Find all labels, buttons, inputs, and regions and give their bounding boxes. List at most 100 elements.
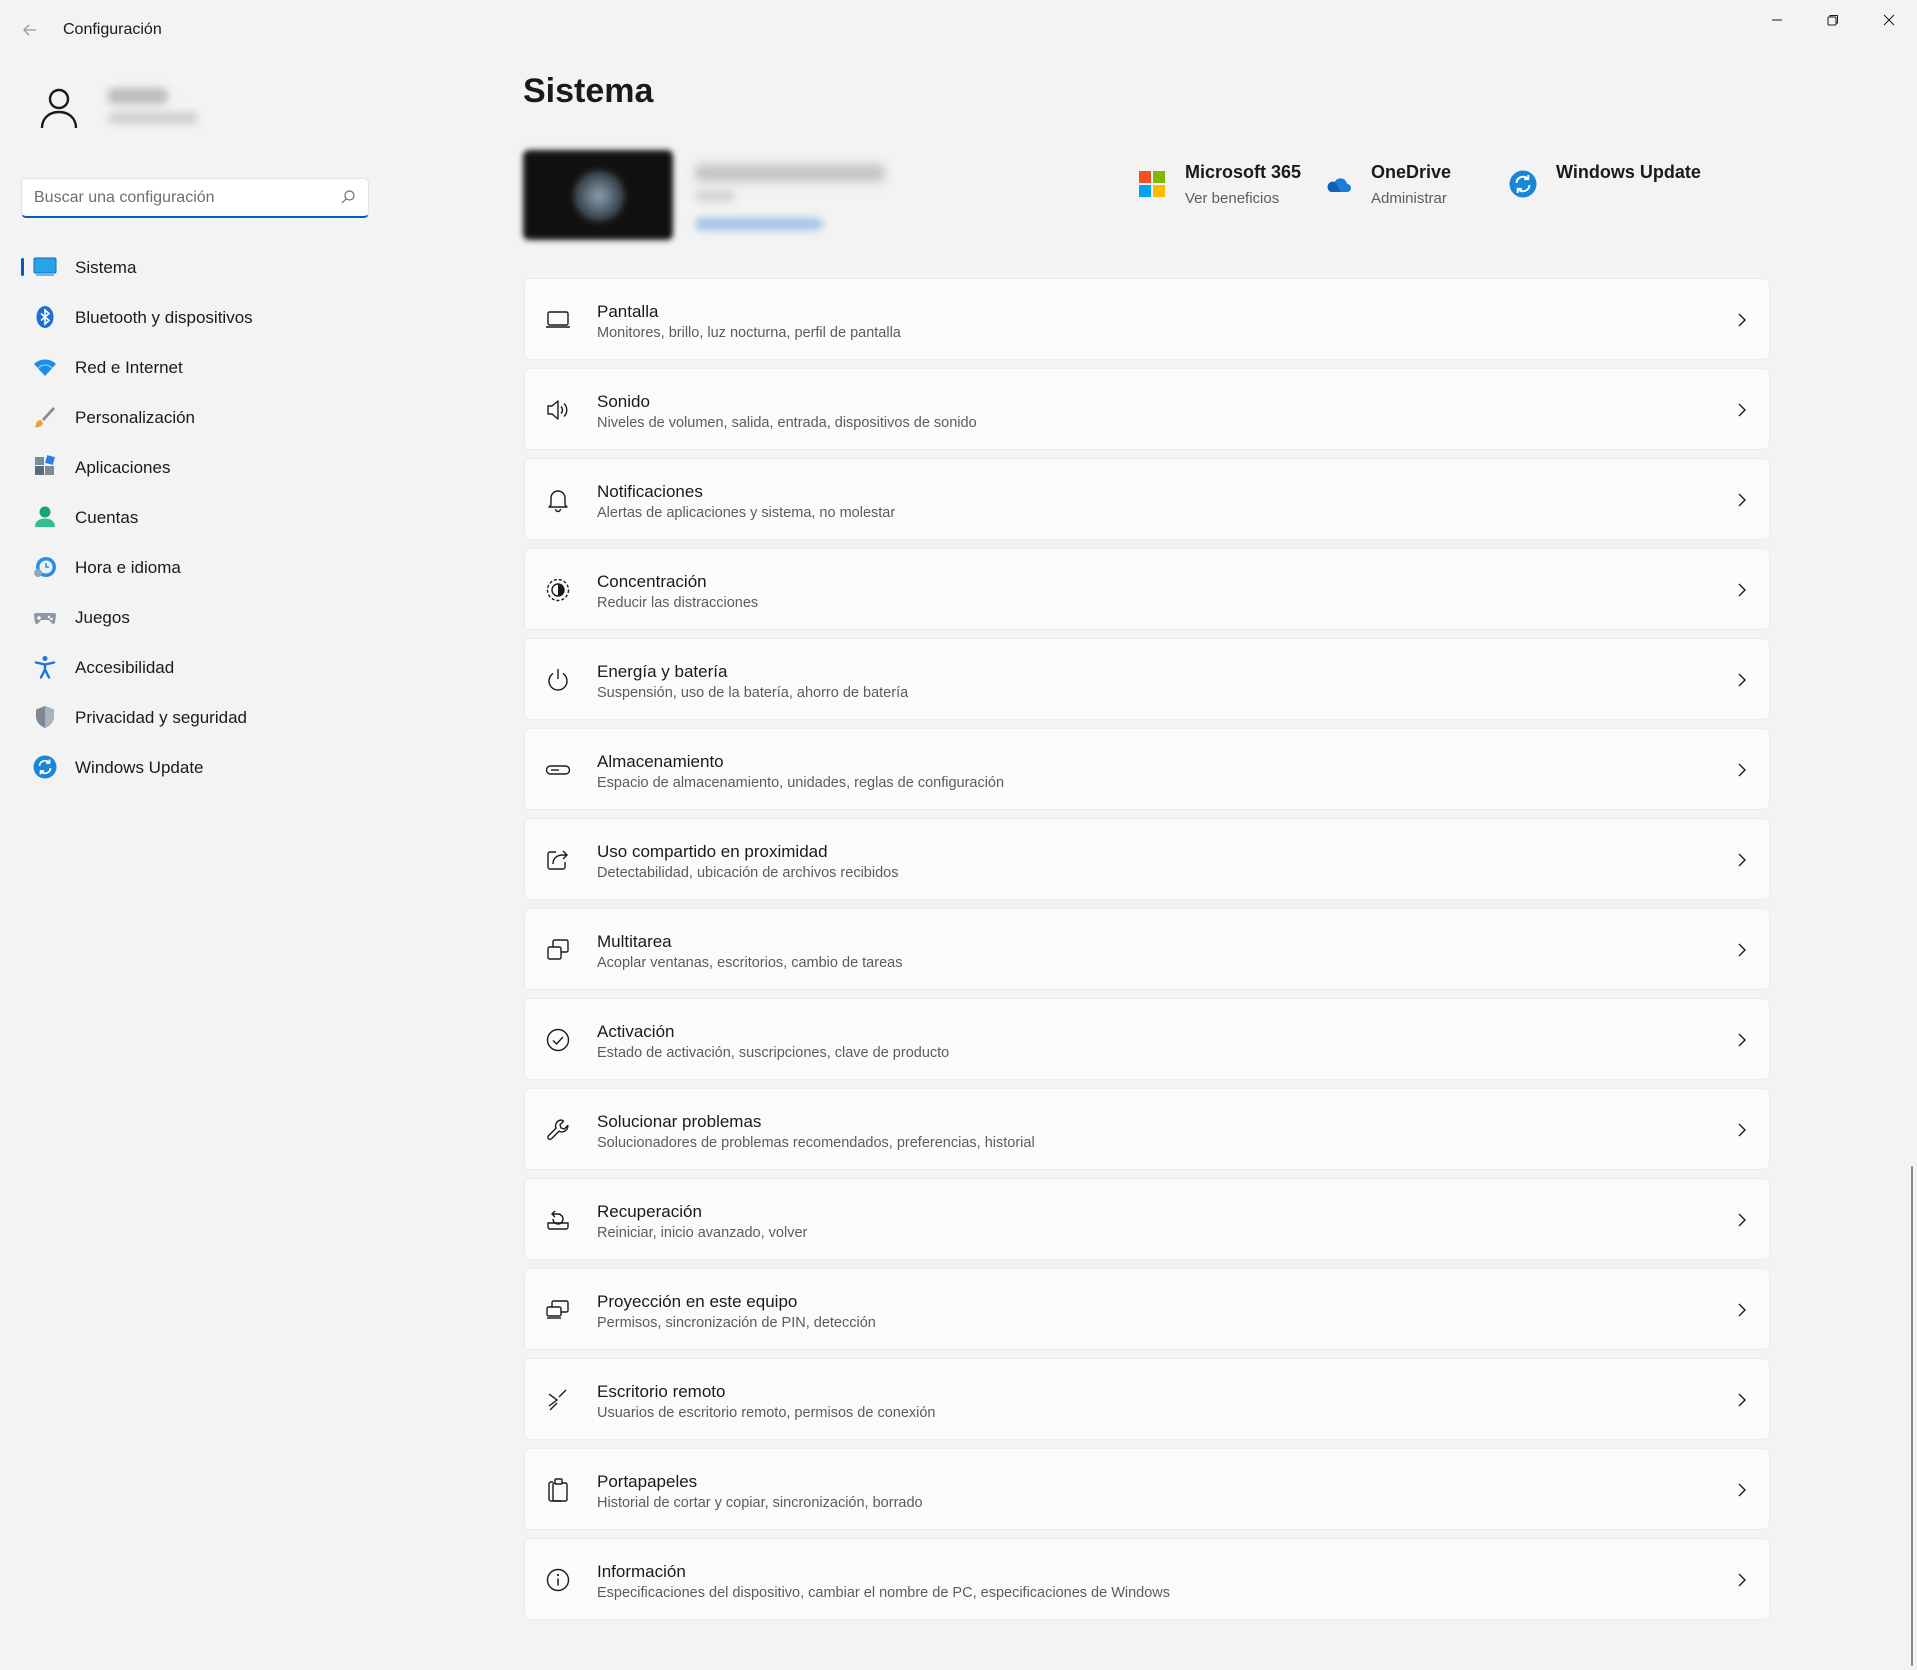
quick-link-microsoft-365[interactable]: Microsoft 365 Ver beneficios: [1138, 162, 1308, 210]
windows-update-icon: [1509, 170, 1537, 198]
sidebar-item-label: Accesibilidad: [75, 658, 175, 677]
account-icon: [35, 506, 55, 527]
user-profile[interactable]: [30, 78, 210, 138]
setting-title: Notificaciones: [597, 482, 703, 501]
sidebar-item-label: Bluetooth y dispositivos: [75, 308, 253, 327]
search-input[interactable]: [34, 187, 334, 209]
gamepad-icon: [34, 613, 56, 625]
sidebar-item-windows-update[interactable]: Windows Update: [21, 744, 369, 790]
setting-notificaciones[interactable]: Notificaciones Alertas de aplicaciones y…: [524, 458, 1770, 540]
chevron-right-icon: [1738, 1483, 1746, 1497]
setting-pantalla[interactable]: Pantalla Monitores, brillo, luz nocturna…: [524, 278, 1770, 360]
chevron-right-icon: [1738, 943, 1746, 957]
share-icon: [547, 850, 568, 870]
sidebar-item-red[interactable]: Red e Internet: [21, 344, 369, 390]
quick-link-subtitle: Ver beneficios: [1185, 190, 1280, 207]
sidebar-item-label: Sistema: [75, 258, 137, 277]
setting-title: Proyección en este equipo: [597, 1292, 798, 1311]
sidebar-item-label: Windows Update: [75, 758, 204, 777]
chevron-right-icon: [1738, 1573, 1746, 1587]
display-icon: [546, 311, 570, 328]
recovery-icon: [547, 1210, 569, 1230]
focus-icon: [546, 578, 570, 602]
sidebar-item-aplicaciones[interactable]: Aplicaciones: [21, 444, 369, 490]
close-button[interactable]: [1861, 0, 1917, 40]
time-language-icon: [34, 557, 56, 577]
restore-button[interactable]: [1805, 0, 1861, 40]
sidebar-item-label: Privacidad y seguridad: [75, 708, 247, 727]
setting-solucionar-problemas[interactable]: Solucionar problemas Solucionadores de p…: [524, 1088, 1770, 1170]
brush-icon: [34, 407, 55, 428]
multitask-icon: [547, 939, 569, 960]
setting-almacenamiento[interactable]: Almacenamiento Espacio de almacenamiento…: [524, 728, 1770, 810]
setting-title: Almacenamiento: [597, 752, 724, 771]
setting-subtitle: Acoplar ventanas, escritorios, cambio de…: [597, 955, 903, 971]
search-icon[interactable]: [340, 189, 356, 205]
setting-concentracion[interactable]: Concentración Reducir las distracciones: [524, 548, 1770, 630]
setting-portapapeles[interactable]: Portapapeles Historial de cortar y copia…: [524, 1448, 1770, 1530]
setting-proyeccion[interactable]: Proyección en este equipo Permisos, sinc…: [524, 1268, 1770, 1350]
setting-activacion[interactable]: Activación Estado de activación, suscrip…: [524, 998, 1770, 1080]
sidebar-item-accesibilidad[interactable]: Accesibilidad: [21, 644, 369, 690]
page-title: Sistema: [523, 72, 654, 110]
setting-subtitle: Detectabilidad, ubicación de archivos re…: [597, 865, 899, 881]
sidebar-item-cuentas[interactable]: Cuentas: [21, 494, 369, 540]
setting-title: Pantalla: [597, 302, 659, 321]
speaker-icon: [547, 400, 568, 420]
setting-title: Portapapeles: [597, 1472, 698, 1491]
minimize-button[interactable]: [1749, 0, 1805, 40]
setting-escritorio-remoto[interactable]: Escritorio remoto Usuarios de escritorio…: [524, 1358, 1770, 1440]
chevron-right-icon: [1738, 673, 1746, 687]
setting-sonido[interactable]: Sonido Niveles de volumen, salida, entra…: [524, 368, 1770, 450]
device-wallpaper-thumbnail: [523, 150, 673, 240]
setting-subtitle: Reducir las distracciones: [597, 595, 759, 611]
shield-icon: [36, 706, 54, 728]
setting-uso-compartido[interactable]: Uso compartido en proximidad Detectabili…: [524, 818, 1770, 900]
quick-link-onedrive[interactable]: OneDrive Administrar: [1324, 162, 1474, 210]
setting-informacion[interactable]: Información Especificaciones del disposi…: [524, 1538, 1770, 1620]
sidebar-item-label: Aplicaciones: [75, 458, 171, 477]
sidebar-nav: Sistema Bluetooth y dispositivos Red e I…: [21, 244, 369, 794]
sidebar-item-label: Personalización: [75, 408, 196, 427]
remote-desktop-icon: [548, 1389, 567, 1411]
chevron-right-icon: [1738, 583, 1746, 597]
apps-icon: [35, 455, 55, 475]
chevron-right-icon: [1738, 853, 1746, 867]
accessibility-icon: [34, 656, 56, 679]
setting-subtitle: Alertas de aplicaciones y sistema, no mo…: [597, 505, 896, 521]
chevron-right-icon: [1738, 493, 1746, 507]
clipboard-icon: [548, 1478, 568, 1502]
sidebar-item-juegos[interactable]: Juegos: [21, 594, 369, 640]
projection-icon: [546, 1300, 569, 1319]
setting-title: Activación: [597, 1022, 675, 1041]
quick-link-title: OneDrive: [1371, 162, 1452, 182]
setting-title: Información: [597, 1562, 686, 1581]
setting-subtitle: Reiniciar, inicio avanzado, volver: [597, 1225, 808, 1241]
user-email-blurred: [108, 112, 198, 124]
quick-link-windows-update[interactable]: Windows Update: [1509, 162, 1709, 210]
chevron-right-icon: [1738, 313, 1746, 327]
setting-subtitle: Usuarios de escritorio remoto, permisos …: [597, 1405, 936, 1421]
setting-recuperacion[interactable]: Recuperación Reiniciar, inicio avanzado,…: [524, 1178, 1770, 1260]
chevron-right-icon: [1738, 1303, 1746, 1317]
setting-title: Recuperación: [597, 1202, 702, 1221]
scrollbar[interactable]: [1911, 1166, 1913, 1666]
sidebar-item-bluetooth[interactable]: Bluetooth y dispositivos: [21, 294, 369, 340]
chevron-right-icon: [1738, 1393, 1746, 1407]
setting-multitarea[interactable]: Multitarea Acoplar ventanas, escritorios…: [524, 908, 1770, 990]
setting-subtitle: Niveles de volumen, salida, entrada, dis…: [597, 415, 977, 431]
restore-icon: [1827, 15, 1838, 26]
quick-link-subtitle: Administrar: [1371, 190, 1447, 207]
sidebar-item-hora[interactable]: Hora e idioma: [21, 544, 369, 590]
window-title: Configuración: [63, 21, 162, 38]
wifi-icon: [34, 359, 56, 376]
windows-update-icon: [33, 755, 57, 779]
setting-subtitle: Especificaciones del dispositivo, cambia…: [597, 1585, 1171, 1601]
search-box[interactable]: [21, 178, 369, 218]
chevron-right-icon: [1738, 763, 1746, 777]
sidebar-item-sistema[interactable]: Sistema: [21, 244, 369, 290]
sidebar-item-personalizacion[interactable]: Personalización: [21, 394, 369, 440]
setting-energia[interactable]: Energía y batería Suspensión, uso de la …: [524, 638, 1770, 720]
back-button[interactable]: [14, 16, 46, 44]
sidebar-item-privacidad[interactable]: Privacidad y seguridad: [21, 694, 369, 740]
